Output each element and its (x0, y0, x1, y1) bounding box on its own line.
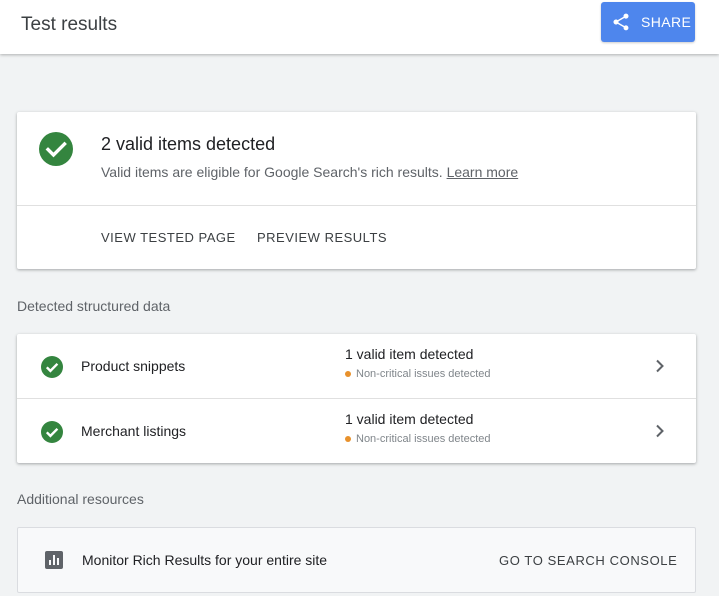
share-icon (613, 13, 629, 31)
resource-card: Monitor Rich Results for your entire sit… (17, 527, 696, 593)
item-issue-text: Non-critical issues detected (356, 368, 491, 380)
check-circle-icon (41, 356, 63, 378)
check-circle-icon (39, 132, 73, 166)
bar-chart-icon (45, 551, 63, 569)
chevron-right-icon (656, 359, 664, 373)
detected-section-heading: Detected structured data (17, 298, 171, 314)
check-circle-icon (41, 421, 63, 443)
page-title: Test results (21, 14, 118, 35)
learn-more-link[interactable]: Learn more (447, 164, 519, 180)
share-button[interactable]: SHARE (601, 2, 695, 42)
list-item[interactable]: Merchant listings 1 valid item detected … (17, 399, 696, 463)
chevron-right-icon (656, 424, 664, 438)
item-issue: Non-critical issues detected (345, 368, 491, 380)
list-item[interactable]: Product snippets 1 valid item detected N… (17, 334, 696, 399)
item-status: 1 valid item detected (345, 411, 474, 427)
item-issue-text: Non-critical issues detected (356, 433, 491, 445)
detected-list: Product snippets 1 valid item detected N… (17, 334, 696, 463)
summary-subtitle: Valid items are eligible for Google Sear… (101, 164, 518, 180)
item-name: Merchant listings (81, 423, 187, 439)
preview-results-button[interactable]: PREVIEW RESULTS (257, 230, 387, 245)
share-label: SHARE (641, 14, 692, 30)
summary-subtitle-text: Valid items are eligible for Google Sear… (101, 164, 443, 180)
item-issue: Non-critical issues detected (345, 433, 491, 445)
summary-title: 2 valid items detected (101, 134, 276, 154)
resources-section-heading: Additional resources (17, 491, 144, 507)
item-status: 1 valid item detected (345, 346, 474, 362)
go-to-search-console-button[interactable]: GO TO SEARCH CONSOLE (499, 553, 677, 568)
view-tested-page-button[interactable]: VIEW TESTED PAGE (101, 230, 236, 245)
top-bar: Test results SHARE (0, 0, 719, 54)
summary-card: 2 valid items detected Valid items are e… (17, 112, 696, 269)
divider (17, 205, 696, 206)
resource-text: Monitor Rich Results for your entire sit… (82, 552, 328, 568)
warning-dot-icon (345, 371, 351, 377)
item-name: Product snippets (81, 358, 186, 374)
warning-dot-icon (345, 436, 351, 442)
